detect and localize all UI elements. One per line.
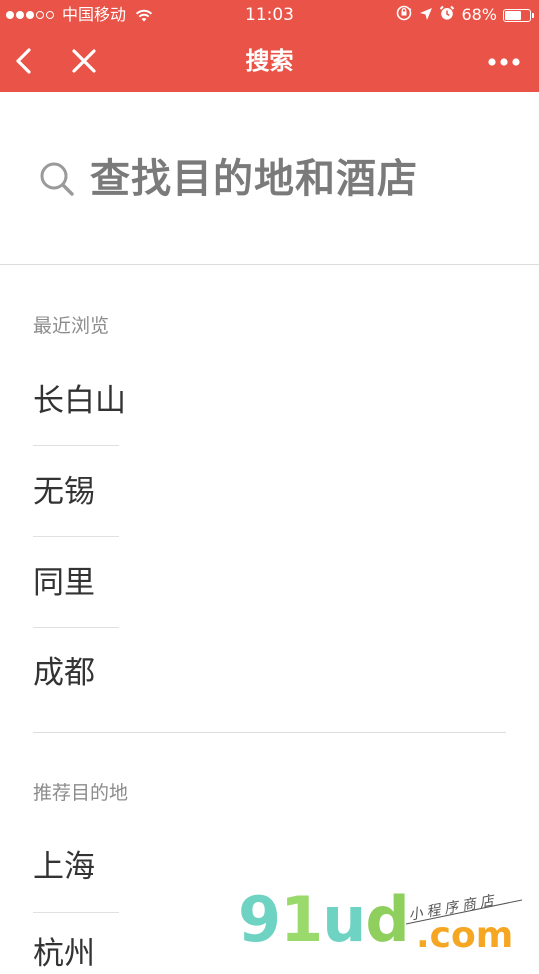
page-title: 搜索 xyxy=(245,47,294,75)
location-arrow-icon xyxy=(419,6,433,25)
list-item[interactable]: 杭州 xyxy=(33,934,95,974)
watermark-brand: 91ud xyxy=(238,880,410,960)
list-item[interactable]: 长白山 xyxy=(33,381,126,421)
list-item[interactable]: 上海 xyxy=(33,847,95,887)
more-dots-icon[interactable] xyxy=(487,54,521,68)
battery-icon xyxy=(503,8,534,22)
watermark-logo: 91ud 小程序商店 .com xyxy=(236,880,536,960)
alarm-icon xyxy=(439,5,455,25)
item-divider xyxy=(33,912,119,913)
item-divider xyxy=(33,627,119,628)
watermark-letter: u xyxy=(322,883,366,956)
battery-percent: 68% xyxy=(461,5,497,24)
list-item[interactable]: 无锡 xyxy=(33,472,95,512)
section-title-recommended: 推荐目的地 xyxy=(33,782,129,804)
watermark-letter: 1 xyxy=(280,883,323,956)
screen-rotation-lock-icon xyxy=(395,4,413,26)
search-bar[interactable]: 查找目的地和酒店 xyxy=(0,92,539,265)
search-icon xyxy=(38,160,76,198)
section-title-recent: 最近浏览 xyxy=(33,315,110,337)
battery-fill xyxy=(505,10,521,20)
item-divider xyxy=(33,445,119,446)
watermark-letter: d xyxy=(365,883,409,956)
watermark-domain: .com xyxy=(416,915,514,956)
status-bar: 中国移动 11:03 68% xyxy=(0,0,539,30)
watermark-letter: 9 xyxy=(238,883,281,956)
status-right: 68% xyxy=(395,4,534,26)
section-divider xyxy=(33,732,506,733)
item-divider xyxy=(33,536,119,537)
search-input[interactable]: 查找目的地和酒店 xyxy=(90,152,418,206)
battery-cap xyxy=(532,12,534,18)
list-item[interactable]: 同里 xyxy=(33,563,95,603)
list-item[interactable]: 成都 xyxy=(33,653,95,693)
navigation-bar: 搜索 xyxy=(0,30,539,92)
